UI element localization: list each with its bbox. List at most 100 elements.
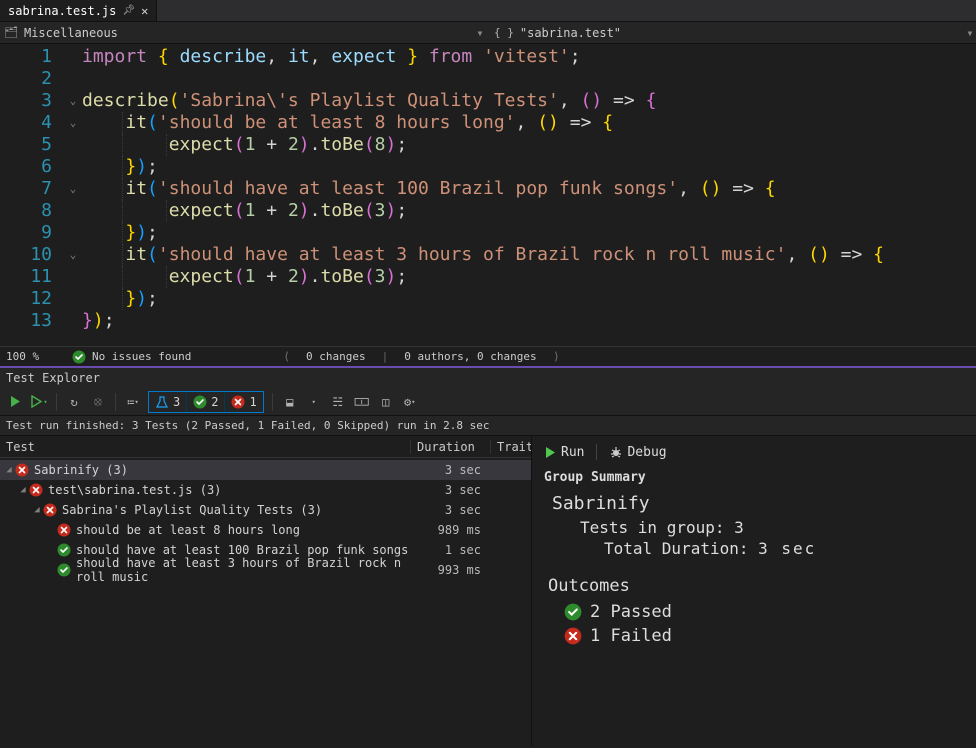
context-scope-label: "sabrina.test": [520, 26, 621, 40]
stop-button[interactable]: ⦻︎: [89, 393, 107, 411]
layout-button-1[interactable]: ☵: [329, 393, 347, 411]
test-tree[interactable]: ◢Sabrinify (3)3 sec◢test\sabrina.test.js…: [0, 458, 531, 746]
tree-expander[interactable]: ◢: [32, 505, 42, 515]
changes-count[interactable]: 0 changes: [306, 350, 366, 363]
test-duration: 1 sec: [411, 543, 491, 557]
context-scope-dropdown[interactable]: { } "sabrina.test": [486, 26, 964, 40]
pass-icon: [56, 562, 72, 578]
view-dropdown[interactable]: ▾: [305, 393, 323, 411]
fail-icon: [56, 522, 72, 538]
test-explorer-panel: Test Explorer ▾ ↻ ⦻︎ ≔▾ 3 2 1 ⬓ ▾ ☵ 🀱︎: [0, 368, 976, 746]
context-project-label: Miscellaneous: [24, 26, 118, 40]
pass-icon: [564, 603, 582, 621]
test-row[interactable]: ◢test\sabrina.test.js (3)3 sec: [0, 480, 531, 500]
tree-expander[interactable]: ◢: [18, 485, 28, 495]
context-dropdown-arrow-2[interactable]: ▾: [964, 26, 976, 40]
test-row[interactable]: ◢ Sabrinify (3)3 sec: [0, 460, 531, 480]
test-row[interactable]: ◢ Sabrina's Playlist Quality Tests (3)3 s…: [0, 500, 531, 520]
playlist-button[interactable]: ≔▾: [124, 393, 142, 411]
authors-count[interactable]: 0 authors, 0 changes: [404, 350, 536, 363]
debug-label: Debug: [627, 445, 666, 460]
detail-debug-button[interactable]: Debug: [609, 445, 666, 460]
group-summary-heading: Group Summary: [544, 470, 964, 485]
flask-icon: [155, 395, 169, 409]
test-row[interactable]: should have at least 3 hours of Brazil r…: [0, 560, 531, 580]
fail-icon: [28, 482, 44, 498]
test-duration: 989 ms: [411, 523, 491, 537]
editor-status-bar: 100 % No issues found ⟨ 0 changes | 0 au…: [0, 346, 976, 366]
run-all-button[interactable]: [6, 393, 24, 411]
fail-icon: [42, 502, 58, 518]
code-editor[interactable]: 12345678910111213 ⌄⌄⌄⌄ import { describe…: [0, 44, 976, 346]
layout-button-3[interactable]: ◫: [377, 393, 395, 411]
chip-passed-count: 2: [211, 395, 218, 409]
stack-icon: 🗂︎: [4, 26, 18, 39]
test-tree-pane: Test Duration Traits ◢Sabrinify (3)3 sec…: [0, 436, 532, 746]
outcome-failed-row: 1 Failed: [564, 626, 964, 646]
test-label: should have at least 3 hours of Brazil r…: [72, 556, 411, 584]
repeat-button[interactable]: ↻: [65, 393, 83, 411]
close-icon[interactable]: ✕: [141, 4, 148, 18]
file-tab[interactable]: sabrina.test.js 📌︎ ✕: [0, 0, 157, 21]
column-test[interactable]: Test: [0, 440, 411, 454]
pin-icon[interactable]: 📌︎: [122, 5, 135, 16]
context-project-dropdown[interactable]: 🗂︎ Miscellaneous: [0, 26, 474, 40]
outcome-passed-text: 2 Passed: [590, 602, 672, 622]
pass-icon: [56, 542, 72, 558]
column-traits[interactable]: Traits: [491, 440, 531, 454]
tabs-row: sabrina.test.js 📌︎ ✕: [0, 0, 976, 22]
test-duration: 993 ms: [411, 563, 491, 577]
play-icon: [9, 395, 22, 408]
pass-icon: [193, 395, 207, 409]
context-dropdown-arrow[interactable]: ▾: [474, 26, 486, 40]
fail-icon: [14, 462, 30, 478]
check-circle-icon: [72, 350, 86, 364]
chip-total-count: 3: [173, 395, 180, 409]
run-label: Run: [561, 445, 584, 460]
line-number-gutter: 12345678910111213: [0, 44, 64, 346]
run-button[interactable]: ▾: [30, 393, 48, 411]
view-button-1[interactable]: ⬓: [281, 393, 299, 411]
test-label: should be at least 8 hours long: [72, 523, 411, 537]
group-name: Sabrinify: [552, 493, 964, 514]
total-duration-value: 3 sec: [758, 539, 816, 558]
arrow-icon: ⟨: [283, 350, 290, 363]
test-tree-columns: Test Duration Traits: [0, 436, 531, 458]
test-explorer-title: Test Explorer: [0, 368, 976, 388]
tests-in-group-row: Tests in group: 3: [580, 518, 964, 537]
play-outline-icon: [30, 395, 43, 408]
filter-failed-chip[interactable]: 1: [225, 392, 262, 412]
column-duration[interactable]: Duration: [411, 440, 491, 454]
context-row: 🗂︎ Miscellaneous ▾ { } "sabrina.test" ▾: [0, 22, 976, 44]
tree-expander[interactable]: ◢: [4, 465, 14, 475]
test-label: should have at least 100 Brazil pop funk…: [72, 543, 411, 557]
test-duration: 3 sec: [411, 503, 491, 517]
test-row[interactable]: should be at least 8 hours long989 ms: [0, 520, 531, 540]
test-duration: 3 sec: [411, 483, 491, 497]
bug-icon: [609, 445, 623, 459]
arrow-icon-2: ⟨: [553, 350, 560, 363]
outcome-failed-text: 1 Failed: [590, 626, 672, 646]
test-explorer-body: Test Duration Traits ◢Sabrinify (3)3 sec…: [0, 436, 976, 746]
health-indicator[interactable]: No issues found: [72, 350, 191, 364]
filter-chips: 3 2 1: [148, 391, 264, 413]
braces-icon: { }: [494, 26, 514, 39]
fail-icon: [564, 627, 582, 645]
test-label: Sabrina's Playlist Quality Tests (3): [58, 503, 411, 517]
settings-button[interactable]: ⚙︎▾: [401, 393, 419, 411]
zoom-level[interactable]: 100 %: [6, 350, 56, 363]
code-area[interactable]: import { describe, it, expect } from 'vi…: [82, 44, 976, 346]
test-duration: 3 sec: [411, 463, 491, 477]
filter-passed-chip[interactable]: 2: [187, 392, 225, 412]
health-text: No issues found: [92, 350, 191, 363]
filter-total-chip[interactable]: 3: [149, 392, 187, 412]
layout-button-2[interactable]: 🀱︎: [353, 393, 371, 411]
tests-in-group-value: 3: [734, 518, 746, 537]
total-duration-row: Total Duration: 3 sec: [604, 539, 964, 558]
test-run-status: Test run finished: 3 Tests (2 Passed, 1 …: [0, 416, 976, 436]
outcome-passed-row: 2 Passed: [564, 602, 964, 622]
test-label: Sabrinify (3): [30, 463, 411, 477]
detail-run-button[interactable]: Run: [544, 445, 584, 460]
chip-failed-count: 1: [249, 395, 256, 409]
test-detail-pane: Run Debug Group Summary Sabrinify Tests …: [532, 436, 976, 746]
